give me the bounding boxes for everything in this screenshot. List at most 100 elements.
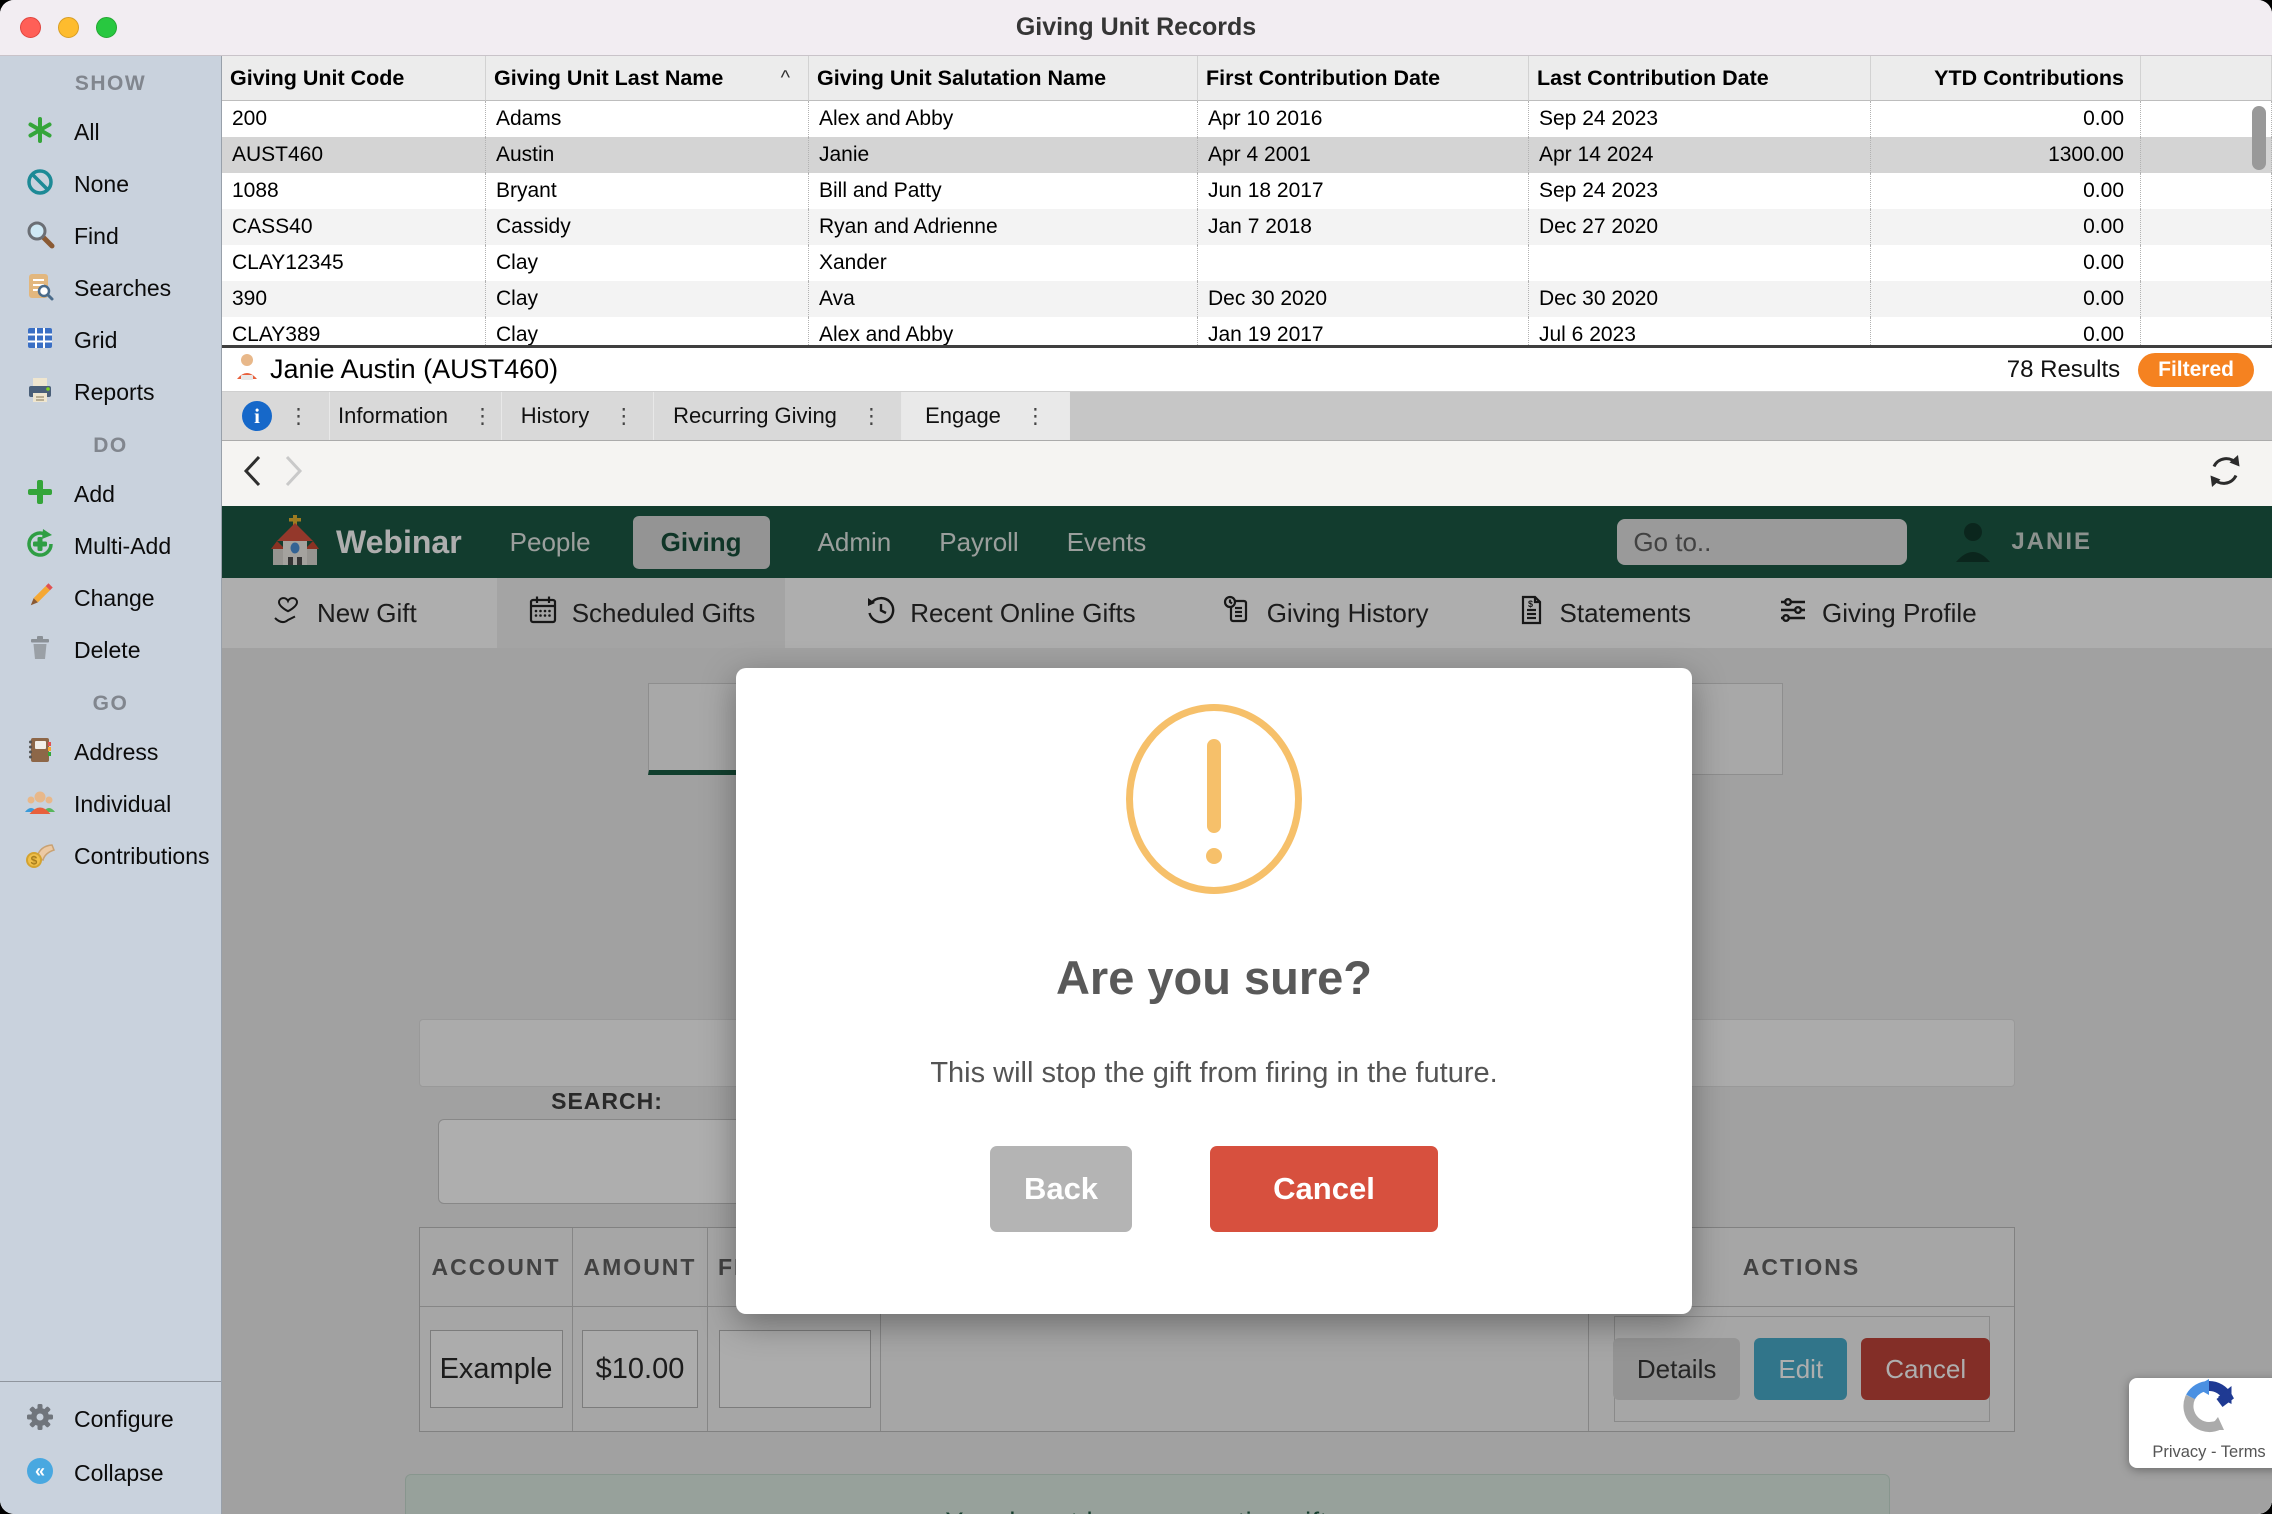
column-header-first-date[interactable]: First Contribution Date (1198, 56, 1529, 101)
tab-menu-dots-icon[interactable]: ⋮ (288, 406, 309, 427)
sidebar-item-find[interactable]: Find (0, 210, 221, 262)
sidebar-item-label: None (74, 171, 129, 198)
sidebar-item-individual[interactable]: Individual (0, 778, 221, 830)
tab-label: History (521, 403, 589, 429)
table-row[interactable]: AUST460 Austin Janie Apr 4 2001 Apr 14 2… (222, 137, 2272, 173)
column-header-last-name[interactable]: Giving Unit Last Name^ (486, 56, 809, 101)
results-count: 78 Results (2007, 356, 2120, 384)
minimize-window-button[interactable] (58, 17, 79, 38)
records-table-body: 200 Adams Alex and Abby Apr 10 2016 Sep … (222, 101, 2272, 345)
info-icon: i (242, 401, 272, 431)
table-row[interactable]: CASS40 Cassidy Ryan and Adrienne Jan 7 2… (222, 209, 2272, 245)
tab-menu-dots-icon[interactable]: ⋮ (613, 406, 634, 427)
multi-add-icon (24, 528, 56, 565)
cell-code: CLAY389 (222, 317, 486, 345)
cell-salutation: Ava (809, 281, 1198, 317)
record-person-icon (234, 351, 260, 388)
sidebar-item-none[interactable]: None (0, 158, 221, 210)
column-header-code[interactable]: Giving Unit Code (222, 56, 486, 101)
column-header-ytd[interactable]: YTD Contributions (1871, 56, 2141, 101)
confirm-cancel-button[interactable]: Cancel (1210, 1146, 1438, 1232)
table-scrollbar-thumb[interactable] (2252, 106, 2266, 170)
cell-ytd: 0.00 (1871, 317, 2141, 345)
cell-salutation: Xander (809, 245, 1198, 281)
table-row[interactable]: 1088 Bryant Bill and Patty Jun 18 2017 S… (222, 173, 2272, 209)
giving-unit-records-table: Giving Unit Code Giving Unit Last Name^ … (222, 56, 2272, 345)
cell-salutation: Alex and Abby (809, 101, 1198, 137)
cell-last-name: Cassidy (486, 209, 809, 245)
column-header-label: Giving Unit Last Name (494, 66, 723, 91)
cell-spacer (2141, 281, 2272, 317)
sidebar-item-contributions[interactable]: $ Contributions (0, 830, 221, 882)
sidebar-section-go: GO (0, 682, 221, 726)
column-header-last-date[interactable]: Last Contribution Date (1529, 56, 1871, 101)
warning-exclamation-dot (1206, 848, 1222, 864)
zoom-window-button[interactable] (96, 17, 117, 38)
tab-menu-dots-icon[interactable]: ⋮ (861, 406, 882, 427)
tab-menu-dots-icon[interactable]: ⋮ (1025, 406, 1046, 427)
tab-recurring-giving[interactable]: Recurring Giving ⋮ (654, 392, 902, 440)
filtered-badge[interactable]: Filtered (2138, 353, 2254, 387)
recaptcha-privacy-terms[interactable]: Privacy - Terms (2152, 1443, 2265, 1462)
cell-first-date: Jun 18 2017 (1198, 173, 1529, 209)
sidebar-item-reports[interactable]: Reports (0, 366, 221, 418)
column-header-salutation[interactable]: Giving Unit Salutation Name (809, 56, 1198, 101)
cell-last-name: Bryant (486, 173, 809, 209)
sidebar-item-label: Contributions (74, 843, 210, 870)
table-row[interactable]: 390 Clay Ava Dec 30 2020 Dec 30 2020 0.0… (222, 281, 2272, 317)
status-toolbar-sidebar: SHOW All None Find Searches Grid Reports… (0, 56, 222, 1514)
sidebar-item-searches[interactable]: Searches (0, 262, 221, 314)
record-name: Janie Austin (AUST460) (270, 354, 558, 385)
cell-code: 1088 (222, 173, 486, 209)
sidebar-item-delete[interactable]: Delete (0, 624, 221, 676)
address-book-icon (24, 734, 56, 771)
sidebar-item-grid[interactable]: Grid (0, 314, 221, 366)
sidebar-item-label: Reports (74, 379, 155, 406)
plus-icon (24, 476, 56, 513)
cell-ytd: 0.00 (1871, 101, 2141, 137)
sidebar-item-collapse[interactable]: « Collapse (0, 1446, 221, 1500)
cell-first-date: Dec 30 2020 (1198, 281, 1529, 317)
cell-last-date: Sep 24 2023 (1529, 101, 1871, 137)
cell-first-date: Jan 7 2018 (1198, 209, 1529, 245)
sidebar-item-multi-add[interactable]: Multi-Add (0, 520, 221, 572)
tab-engage[interactable]: Engage ⋮ (902, 392, 1070, 440)
tab-menu-dots-icon[interactable]: ⋮ (472, 406, 493, 427)
sidebar-item-add[interactable]: Add (0, 468, 221, 520)
table-row[interactable]: CLAY12345 Clay Xander 0.00 (222, 245, 2272, 281)
cell-code: 390 (222, 281, 486, 317)
tab-information[interactable]: Information ⋮ (330, 392, 502, 440)
recaptcha-badge[interactable]: Privacy - Terms (2129, 1378, 2272, 1468)
sidebar-item-change[interactable]: Change (0, 572, 221, 624)
tab-info[interactable]: i ⋮ (222, 392, 330, 440)
cell-salutation: Alex and Abby (809, 317, 1198, 345)
tab-label: Information (338, 403, 448, 429)
cell-last-name: Clay (486, 245, 809, 281)
cell-ytd: 0.00 (1871, 209, 2141, 245)
table-row[interactable]: CLAY389 Clay Alex and Abby Jan 19 2017 J… (222, 317, 2272, 345)
sidebar-item-address[interactable]: Address (0, 726, 221, 778)
table-row[interactable]: 200 Adams Alex and Abby Apr 10 2016 Sep … (222, 101, 2272, 137)
refresh-icon[interactable] (2204, 450, 2246, 497)
sidebar-item-all[interactable]: All (0, 106, 221, 158)
sidebar-item-label: Multi-Add (74, 533, 171, 560)
cell-spacer (2141, 317, 2272, 345)
sidebar-item-label: Change (74, 585, 155, 612)
cell-salutation: Ryan and Adrienne (809, 209, 1198, 245)
back-icon[interactable] (240, 453, 266, 494)
cell-last-date (1529, 245, 1871, 281)
tab-label: Engage (925, 403, 1001, 429)
back-button[interactable]: Back (990, 1146, 1132, 1232)
cell-code: CLAY12345 (222, 245, 486, 281)
current-record-bar: Janie Austin (AUST460) 78 Results Filter… (222, 345, 2272, 392)
cell-salutation: Janie (809, 137, 1198, 173)
svg-text:$: $ (31, 853, 38, 867)
close-window-button[interactable] (20, 17, 41, 38)
sidebar-section-show: SHOW (0, 62, 221, 106)
sidebar-item-configure[interactable]: Configure (0, 1392, 221, 1446)
cell-first-date: Apr 4 2001 (1198, 137, 1529, 173)
forward-icon[interactable] (280, 453, 306, 494)
tab-history[interactable]: History ⋮ (502, 392, 654, 440)
coin-hand-icon: $ (24, 838, 56, 875)
app-window: Giving Unit Records SHOW All None Find S… (0, 0, 2272, 1514)
